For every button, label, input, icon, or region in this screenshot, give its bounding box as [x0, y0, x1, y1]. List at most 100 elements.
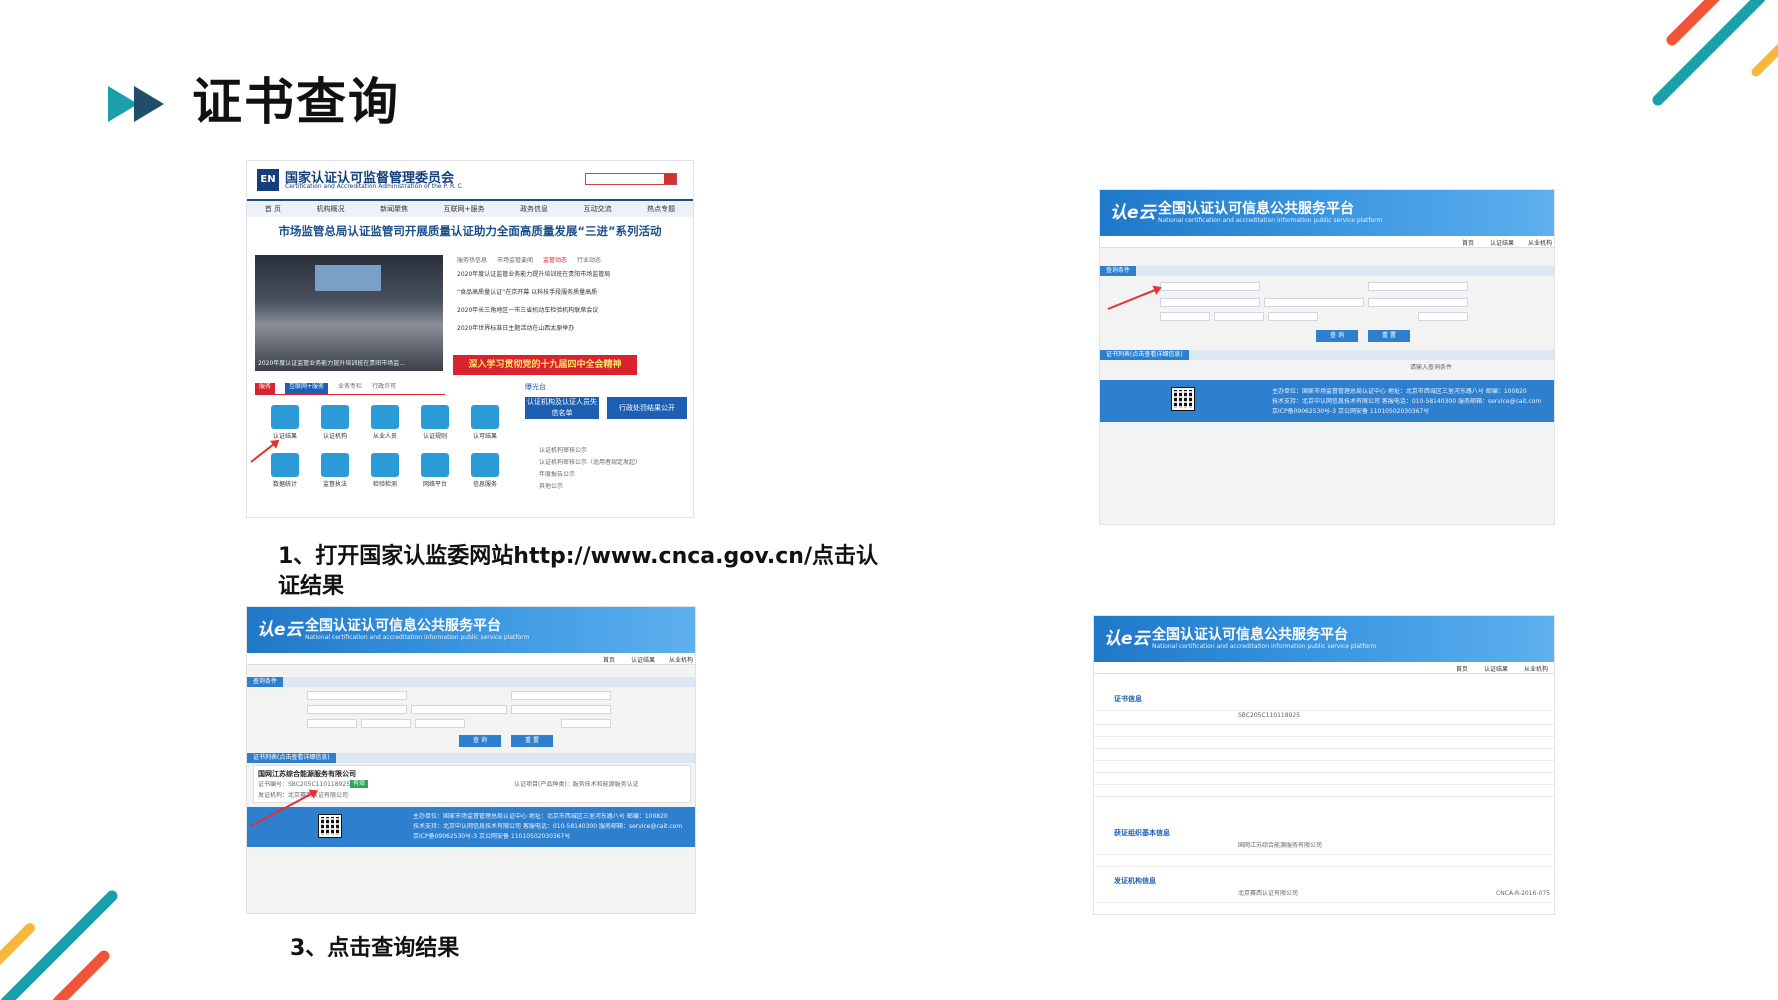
- screenshot-platform-results: 认e云 全国认证认可信息公共服务平台 National certificatio…: [246, 606, 696, 914]
- footer-line: 技术支持：北京中认网信息技术有限公司 客服电话：010-58140300 服务邮…: [1272, 398, 1542, 405]
- tile-label: 检验检测: [372, 481, 397, 488]
- news-item[interactable]: “食品高质量认证”在京开幕 以科技手段服务质量高质: [457, 289, 629, 297]
- region-select[interactable]: [1160, 312, 1210, 321]
- nav-item[interactable]: 从业机构: [1524, 664, 1548, 673]
- detail-section-title: 发证机构信息: [1114, 877, 1156, 885]
- news-photo[interactable]: 2020年度认证监管业务能力提升培训班在贵阳市场监…: [255, 255, 443, 371]
- detail-org: 北京赛西认证有限公司: [1238, 890, 1299, 897]
- service-tab[interactable]: 业务专栏: [338, 383, 362, 394]
- red-banner[interactable]: 深入学习贯彻党的十九届四中全会精神: [453, 355, 637, 375]
- nav-item[interactable]: 政务信息: [520, 204, 548, 214]
- service-tab-active[interactable]: 服务: [255, 383, 276, 394]
- news-item[interactable]: 2020年世界标准日主题活动在山西太原举办: [457, 325, 629, 333]
- cert-project-sub2-select[interactable]: [1368, 298, 1468, 307]
- news-item[interactable]: 2020年度认证监管业务能力提升培训班在贵阳市场监管局: [457, 271, 629, 279]
- step-1-text: 1、打开国家认监委网站http://www.cnca.gov.cn/点击认证结果: [278, 544, 878, 599]
- cnca-logo: EN: [257, 169, 279, 191]
- footer-line: 京ICP备09062530号-3 京公网安备 11010502030367号: [413, 833, 571, 840]
- cnca-header: EN 国家认证认可监督管理委员会 Certification and Accre…: [247, 161, 693, 217]
- no-result-text: 请输入查询条件: [1410, 364, 1453, 371]
- region-select[interactable]: [307, 719, 357, 728]
- detail-cert-no: SBC205C110118925: [1238, 712, 1301, 719]
- divider: [1094, 710, 1554, 711]
- tile-cert-org-icon[interactable]: [321, 405, 349, 429]
- region-sub2-select[interactable]: [1268, 312, 1318, 321]
- platform-title-en: National certification and accreditation…: [305, 634, 530, 641]
- tile-accred-icon[interactable]: [471, 405, 499, 429]
- nav-item[interactable]: 认证结果: [631, 655, 655, 664]
- cert-status-select[interactable]: [561, 719, 611, 728]
- double-play-icon: [108, 86, 164, 122]
- nav-item[interactable]: 首 页: [265, 204, 281, 214]
- news-item[interactable]: 2020年长三角地区一市三省机动车检验机构联席会议: [457, 307, 629, 315]
- region-sub-select[interactable]: [361, 719, 411, 728]
- nav-item[interactable]: 从业机构: [1528, 238, 1552, 247]
- penalty-button[interactable]: 行政处罚结果公开: [607, 397, 687, 419]
- cert-status-select[interactable]: [1418, 312, 1468, 321]
- cert-project-select[interactable]: [307, 705, 407, 714]
- region-sub-select[interactable]: [1214, 312, 1264, 321]
- cert-no-input[interactable]: [307, 691, 407, 700]
- org-name-input[interactable]: [511, 691, 611, 700]
- side-link[interactable]: 认证机构审核公示（适用者规定发起）: [539, 459, 689, 467]
- platform-nav: 首页 认证结果 从业机构: [1094, 662, 1554, 674]
- nav-item[interactable]: 首页: [1456, 664, 1468, 673]
- side-link[interactable]: 其他公示: [539, 483, 563, 491]
- result-row[interactable]: 国网江苏综合能源服务有限公司 证书编号：SBC205C110118925 有效 …: [253, 765, 691, 803]
- region-sub2-select[interactable]: [415, 719, 465, 728]
- corner-stripes-top-right: [1652, 0, 1778, 106]
- org-name-input[interactable]: [1368, 282, 1468, 291]
- cert-project-select[interactable]: [1160, 298, 1260, 307]
- result-status-badge: 有效: [350, 780, 369, 788]
- nav-item[interactable]: 机构概况: [317, 204, 345, 214]
- detail-company: 国网江苏综合能源服务有限公司: [1238, 842, 1323, 849]
- nav-item[interactable]: 热点专题: [647, 204, 675, 214]
- side-link[interactable]: 年度报告公示: [539, 471, 575, 479]
- tile-staff-icon[interactable]: [371, 405, 399, 429]
- platform-footer: 主办单位：国家市场监督管理总局认证中心 地址：北京市西城区三里河东路八号 邮编：…: [247, 807, 695, 847]
- tile-info-icon[interactable]: [471, 453, 499, 477]
- result-company[interactable]: 国网江苏综合能源服务有限公司: [258, 769, 356, 779]
- platform-nav: 首页 认证结果 从业机构: [1100, 236, 1554, 248]
- tile-stats-icon[interactable]: [271, 453, 299, 477]
- tile-cert-results-icon[interactable]: [271, 405, 299, 429]
- nav-item[interactable]: 首页: [1462, 238, 1474, 247]
- divider: [1094, 784, 1554, 785]
- nav-item[interactable]: 首页: [603, 655, 615, 664]
- side-link[interactable]: 认证机构审核公示: [539, 447, 587, 455]
- nav-item[interactable]: 新闻聚焦: [380, 204, 408, 214]
- query-button[interactable]: 查 询: [1316, 330, 1358, 342]
- nav-item[interactable]: 认证结果: [1484, 664, 1508, 673]
- news-tab[interactable]: 服务热信息: [457, 257, 487, 265]
- service-tab[interactable]: 行政许可: [372, 383, 396, 394]
- news-tab-active[interactable]: 监管动态: [543, 257, 567, 265]
- search-icon[interactable]: [664, 174, 676, 184]
- cert-project-sub-select[interactable]: [1264, 298, 1364, 307]
- news-tab[interactable]: 行业动态: [577, 257, 601, 265]
- cnca-search-input[interactable]: [585, 173, 677, 185]
- reset-button[interactable]: 重 置: [1368, 330, 1410, 342]
- tile-rules-icon[interactable]: [421, 405, 449, 429]
- cert-no-input[interactable]: [1160, 282, 1260, 291]
- nav-item[interactable]: 互联网+服务: [444, 204, 485, 214]
- platform-logo: 认e云: [1110, 203, 1156, 223]
- screenshot-cnca-homepage: EN 国家认证认可监督管理委员会 Certification and Accre…: [246, 160, 694, 518]
- cert-project-sub-select[interactable]: [411, 705, 507, 714]
- cnca-headline[interactable]: 市场监管总局认证监管司开展质量认证助力全面高质量发展“三进”系列活动: [247, 223, 693, 239]
- tile-label: 从业人员: [372, 433, 397, 440]
- nav-item[interactable]: 从业机构: [669, 655, 693, 664]
- tile-enforce-icon[interactable]: [321, 453, 349, 477]
- tile-network-icon[interactable]: [421, 453, 449, 477]
- news-tab[interactable]: 市场监管要闻: [497, 257, 533, 265]
- step-3-text: 3、点击查询结果: [290, 936, 460, 961]
- service-tab[interactable]: 互联网+服务: [285, 383, 329, 394]
- cert-project-sub2-select[interactable]: [511, 705, 611, 714]
- tile-testing-icon[interactable]: [371, 453, 399, 477]
- query-button[interactable]: 查 询: [459, 735, 501, 747]
- reset-button[interactable]: 重 置: [511, 735, 553, 747]
- nav-item[interactable]: 互动交流: [584, 204, 612, 214]
- query-section-tag: 查询条件: [1100, 266, 1137, 276]
- nav-item[interactable]: 认证结果: [1490, 238, 1514, 247]
- tile-label: 监督执法: [322, 481, 347, 488]
- blacklist-button[interactable]: 认证机构及认证人员失信名单: [525, 397, 599, 419]
